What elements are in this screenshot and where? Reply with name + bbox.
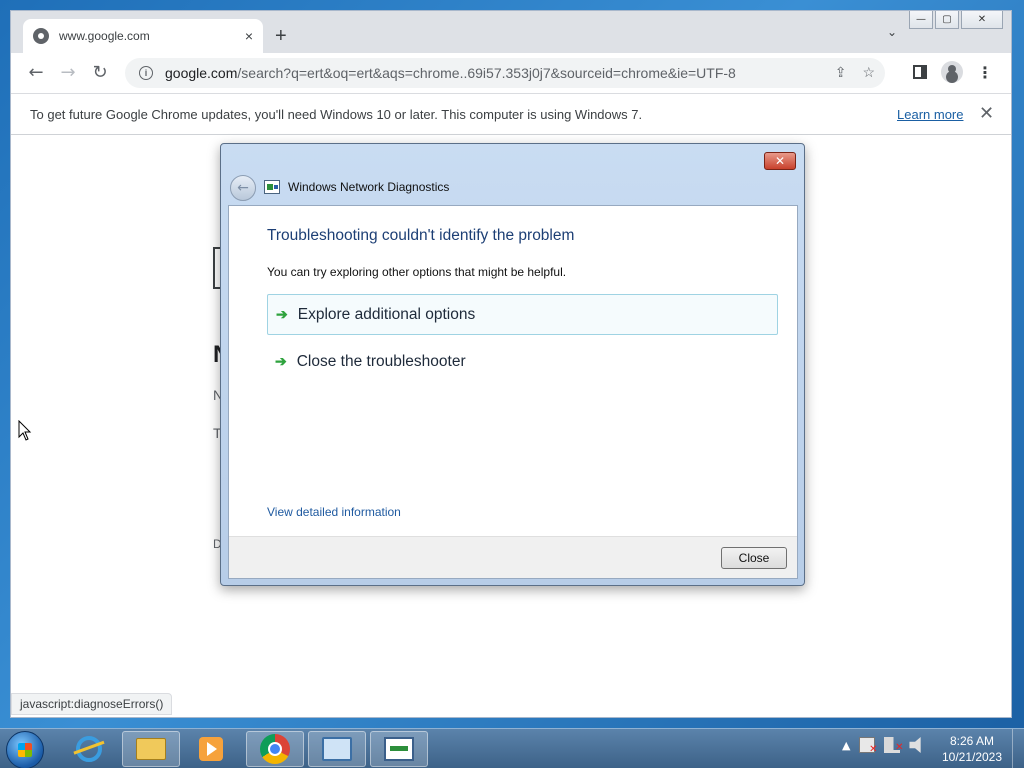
taskbar-control-panel[interactable] (308, 731, 366, 767)
bookmark-star-icon[interactable]: ☆ (862, 64, 875, 81)
dialog-back-button[interactable]: ← (230, 175, 256, 201)
dialog-close-button[interactable]: ✕ (764, 152, 796, 170)
taskbar-network-diagnostics[interactable] (370, 731, 428, 767)
window-close-button[interactable]: ✕ (961, 11, 1003, 29)
chrome-icon (260, 734, 290, 764)
explore-options-link[interactable]: ➔ Explore additional options (267, 294, 778, 335)
browser-tab[interactable]: www.google.com × (23, 19, 263, 53)
url-host: google.com (165, 65, 238, 81)
media-player-icon (199, 737, 223, 761)
close-troubleshooter-link[interactable]: ➔ Close the troubleshooter (267, 341, 778, 382)
taskbar-file-explorer[interactable] (122, 731, 180, 767)
start-button[interactable] (6, 731, 44, 768)
clock-date: 10/21/2023 (941, 750, 1003, 764)
new-tab-button[interactable]: + (275, 25, 287, 48)
dialog-subtext: You can try exploring other options that… (267, 265, 567, 279)
network-diagnostics-icon (384, 737, 414, 761)
site-info-icon[interactable]: i (139, 66, 153, 80)
profile-avatar-icon[interactable] (941, 61, 963, 83)
restore-button[interactable]: ▢ (935, 11, 959, 29)
browser-toolbar: ← → ↻ i google.com /search?q=ert&oq=ert&… (11, 53, 1011, 91)
option-label: Explore additional options (297, 305, 476, 323)
action-center-icon[interactable]: ✕ (859, 737, 877, 755)
url-path: /search?q=ert&oq=ert&aqs=chrome..69i57.3… (237, 65, 736, 81)
show-desktop-button[interactable] (1012, 729, 1024, 768)
network-diagnostics-dialog: ✕ ← Windows Network Diagnostics Troubles… (220, 143, 805, 586)
taskbar-clock[interactable]: 8:26 AM 10/21/2023 (940, 733, 1004, 765)
green-arrow-icon: ➔ (276, 306, 288, 322)
tab-strip: www.google.com × + ⌄ — ▢ ✕ (11, 11, 1011, 53)
back-button[interactable]: ← (20, 62, 52, 83)
learn-more-link[interactable]: Learn more (897, 107, 963, 122)
option-label: Close the troubleshooter (296, 352, 466, 370)
forward-button[interactable]: → (52, 62, 84, 83)
window-controls: — ▢ ✕ (907, 11, 1003, 29)
taskbar-chrome[interactable] (246, 731, 304, 767)
taskbar-internet-explorer[interactable] (60, 731, 118, 767)
close-button[interactable]: Close (721, 547, 787, 569)
address-bar[interactable]: i google.com /search?q=ert&oq=ert&aqs=ch… (125, 58, 885, 88)
internet-explorer-icon (76, 736, 102, 762)
volume-muted-icon[interactable] (909, 737, 921, 753)
dialog-footer: Close (229, 536, 797, 578)
view-details-link[interactable]: View detailed information (267, 505, 401, 519)
reload-button[interactable]: ↻ (84, 62, 116, 83)
system-tray: ▲ ✕ ✕ (842, 737, 925, 755)
green-arrow-icon: ➔ (275, 353, 287, 369)
tab-search-button[interactable]: ⌄ (887, 25, 897, 39)
dialog-title: Windows Network Diagnostics (288, 180, 450, 194)
globe-icon (33, 28, 49, 44)
network-status-icon[interactable]: ✕ (884, 737, 903, 753)
minimize-button[interactable]: — (909, 11, 933, 29)
taskbar: ▲ ✕ ✕ 8:26 AM 10/21/2023 (0, 728, 1024, 768)
infobar-message: To get future Google Chrome updates, you… (30, 106, 643, 122)
side-panel-icon[interactable] (913, 65, 927, 79)
chrome-menu-icon[interactable]: ⋮ (977, 63, 993, 82)
tab-close-button[interactable]: × (245, 28, 253, 44)
network-diagnostics-icon (264, 180, 280, 194)
dialog-body: Troubleshooting couldn't identify the pr… (228, 205, 798, 579)
clock-time: 8:26 AM (949, 734, 995, 748)
share-icon[interactable]: ⇪ (835, 64, 847, 81)
infobar-close-icon[interactable]: ✕ (979, 103, 994, 124)
folder-icon (136, 738, 166, 760)
tab-title: www.google.com (59, 29, 150, 43)
show-hidden-icons-button[interactable]: ▲ (842, 739, 850, 752)
dialog-heading: Troubleshooting couldn't identify the pr… (267, 227, 575, 244)
control-panel-icon (322, 737, 352, 761)
taskbar-media-player[interactable] (182, 731, 240, 767)
update-infobar: To get future Google Chrome updates, you… (11, 93, 1011, 135)
status-bubble: javascript:diagnoseErrors() (11, 693, 173, 715)
